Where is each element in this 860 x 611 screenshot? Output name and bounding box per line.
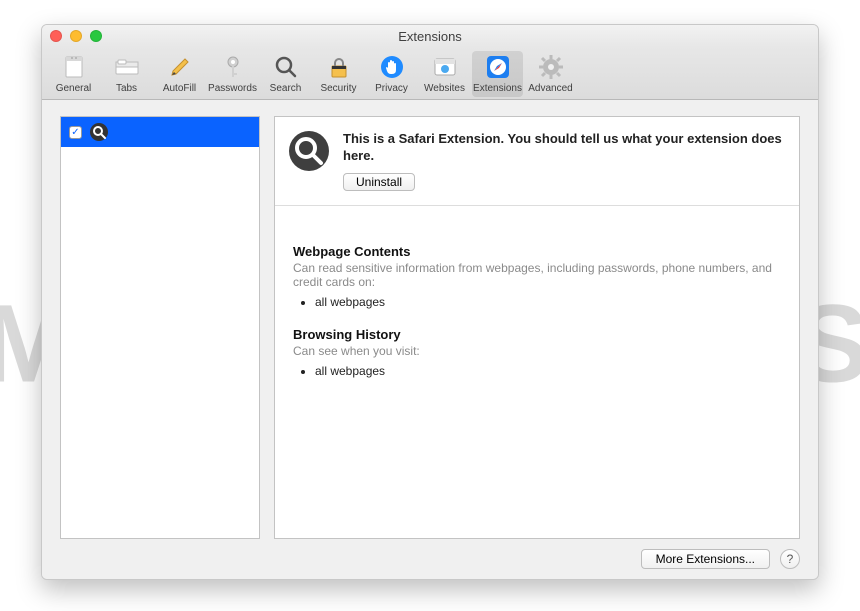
tab-label: Passwords <box>208 83 257 94</box>
tab-label: Websites <box>424 83 465 94</box>
more-extensions-button[interactable]: More Extensions... <box>641 549 770 569</box>
section-title: Webpage Contents <box>293 244 781 259</box>
zoom-button[interactable] <box>90 30 102 42</box>
globe-icon <box>431 53 459 81</box>
section-title: Browsing History <box>293 327 781 342</box>
extension-header: This is a Safari Extension. You should t… <box>275 117 799 206</box>
preferences-window: Extensions General Tabs AutoFill Passwor… <box>41 24 819 580</box>
permission-list: all webpages <box>315 364 781 378</box>
extension-header-content: This is a Safari Extension. You should t… <box>343 131 785 191</box>
key-icon <box>219 53 247 81</box>
section-description: Can read sensitive information from webp… <box>293 261 781 289</box>
hand-icon <box>378 53 406 81</box>
tab-label: Search <box>270 83 302 94</box>
content-area: ✓ This is a Safari Extension. You should… <box>42 100 818 579</box>
tab-advanced[interactable]: Advanced <box>525 51 576 97</box>
tab-search[interactable]: Search <box>260 51 311 97</box>
lock-icon <box>325 53 353 81</box>
pencil-icon <box>166 53 194 81</box>
extension-list-item[interactable]: ✓ <box>61 117 259 147</box>
list-item: all webpages <box>315 295 781 309</box>
gear-icon <box>537 53 565 81</box>
search-icon <box>90 123 108 141</box>
extensions-sidebar: ✓ <box>60 116 260 539</box>
tab-label: General <box>56 83 92 94</box>
general-icon <box>60 53 88 81</box>
tab-label: Advanced <box>528 83 572 94</box>
traffic-lights <box>50 30 102 42</box>
tabs-icon <box>113 53 141 81</box>
search-icon <box>289 131 329 171</box>
tab-label: AutoFill <box>163 83 196 94</box>
tab-label: Tabs <box>116 83 137 94</box>
footer: More Extensions... ? <box>60 539 800 569</box>
compass-icon <box>484 53 512 81</box>
enable-checkbox[interactable]: ✓ <box>69 126 82 139</box>
search-icon <box>272 53 300 81</box>
help-button[interactable]: ? <box>780 549 800 569</box>
close-button[interactable] <box>50 30 62 42</box>
extension-detail-pane: This is a Safari Extension. You should t… <box>274 116 800 539</box>
permissions-body: Webpage Contents Can read sensitive info… <box>275 206 799 410</box>
tab-privacy[interactable]: Privacy <box>366 51 417 97</box>
tab-websites[interactable]: Websites <box>419 51 470 97</box>
tab-label: Security <box>320 83 356 94</box>
title-bar: Extensions <box>42 25 818 47</box>
tab-passwords[interactable]: Passwords <box>207 51 258 97</box>
tab-extensions[interactable]: Extensions <box>472 51 523 97</box>
tab-tabs[interactable]: Tabs <box>101 51 152 97</box>
tab-label: Privacy <box>375 83 408 94</box>
section-description: Can see when you visit: <box>293 344 781 358</box>
minimize-button[interactable] <box>70 30 82 42</box>
tab-autofill[interactable]: AutoFill <box>154 51 205 97</box>
extension-description: This is a Safari Extension. You should t… <box>343 131 785 165</box>
list-item: all webpages <box>315 364 781 378</box>
uninstall-button[interactable]: Uninstall <box>343 173 415 191</box>
preferences-toolbar: General Tabs AutoFill Passwords Search <box>42 47 818 100</box>
tab-general[interactable]: General <box>48 51 99 97</box>
tab-security[interactable]: Security <box>313 51 364 97</box>
panes: ✓ This is a Safari Extension. You should… <box>60 116 800 539</box>
window-title: Extensions <box>398 29 462 44</box>
permission-list: all webpages <box>315 295 781 309</box>
tab-label: Extensions <box>473 83 522 94</box>
